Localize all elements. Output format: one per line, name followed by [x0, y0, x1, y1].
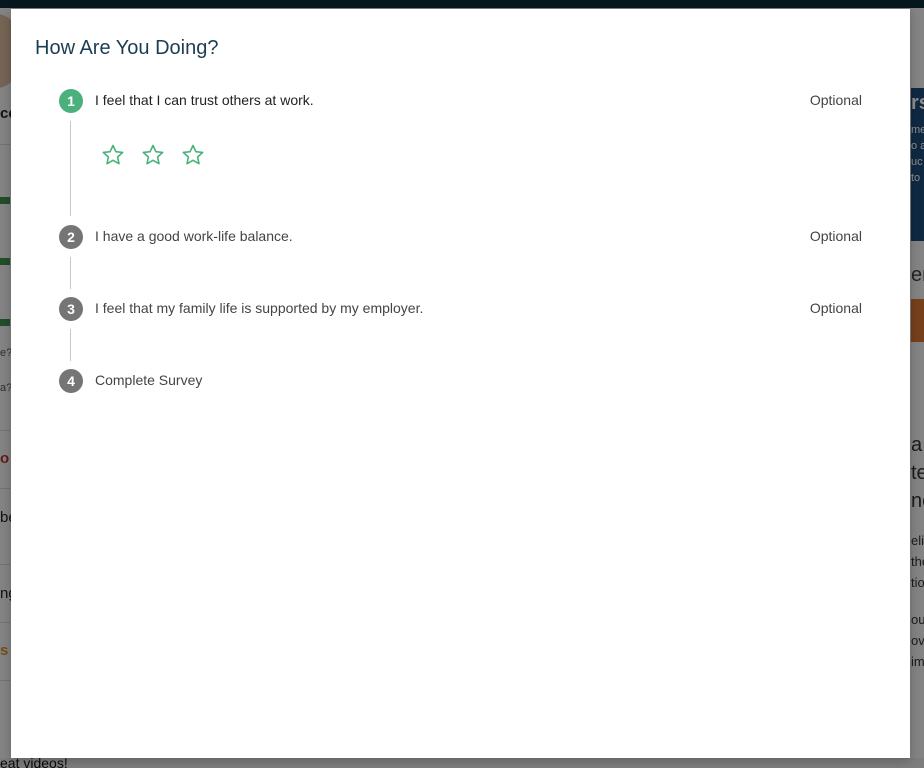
step-connector-line — [70, 257, 71, 289]
star-outline-icon[interactable] — [141, 143, 165, 167]
step-connector-line — [70, 121, 71, 216]
step-number-badge: 4 — [59, 369, 83, 393]
step-number-badge: 1 — [59, 89, 83, 113]
optional-label: Optional — [809, 228, 862, 244]
survey-step-2[interactable]: 2 I have a good work-life balance. Optio… — [59, 225, 862, 297]
optional-label: Optional — [809, 92, 862, 108]
step-question-label: I feel that I can trust others at work. — [95, 92, 314, 108]
survey-step-1[interactable]: 1 I feel that I can trust others at work… — [59, 89, 862, 229]
step-connector-line — [70, 329, 71, 361]
star-rating[interactable] — [101, 143, 205, 167]
step-number-badge: 3 — [59, 297, 83, 321]
survey-step-3[interactable]: 3 I feel that my family life is supporte… — [59, 297, 862, 369]
survey-step-4[interactable]: 4 Complete Survey — [59, 369, 862, 399]
dialog-title: How Are You Doing? — [35, 37, 219, 59]
star-outline-icon[interactable] — [181, 143, 205, 167]
optional-label: Optional — [809, 300, 862, 316]
step-question-label: I have a good work-life balance. — [95, 228, 293, 244]
star-outline-icon[interactable] — [101, 143, 125, 167]
step-complete-label: Complete Survey — [95, 372, 203, 388]
step-question-label: I feel that my family life is supported … — [95, 300, 424, 316]
step-number-badge: 2 — [59, 225, 83, 249]
survey-dialog: How Are You Doing? 1 I feel that I can t… — [11, 9, 910, 758]
